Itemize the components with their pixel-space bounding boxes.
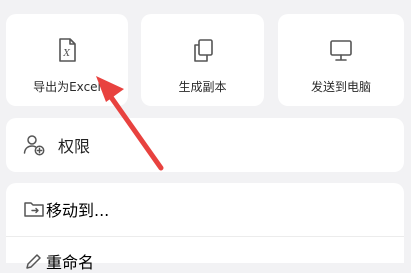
rename-row[interactable]: 重命名 [22,249,94,273]
monitor-icon [330,40,352,61]
svg-text:X: X [63,49,71,59]
file-actions-list: 移动到... 重命名 [6,183,404,272]
permission-row[interactable]: 权限 [6,118,404,172]
permission-label: 权限 [58,137,91,156]
list-divider [6,236,404,237]
export-excel-button[interactable]: X 导出为Excel [6,14,128,106]
user-add-icon [23,135,45,156]
folder-move-icon [24,202,44,217]
send-to-computer-label: 发送到电脑 [310,80,371,94]
send-to-computer-button[interactable]: 发送到电脑 [278,14,404,106]
make-copy-button[interactable]: 生成副本 [141,14,264,106]
export-excel-label: 导出为Excel [33,80,101,94]
rename-label: 重命名 [46,253,95,272]
excel-file-icon: X [59,38,76,62]
copy-icon [193,39,213,62]
edit-icon [26,254,41,269]
move-to-row[interactable]: 移动到... [22,197,109,221]
make-copy-label: 生成副本 [178,80,227,94]
move-to-label: 移动到... [46,201,110,220]
